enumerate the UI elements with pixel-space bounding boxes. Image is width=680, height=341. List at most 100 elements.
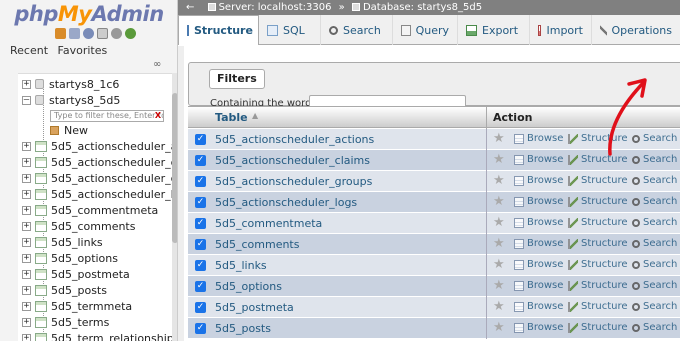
table-name-link[interactable]: 5d5_postmeta [215, 301, 294, 314]
structure-action[interactable]: Structure [568, 322, 628, 333]
expand-icon[interactable]: + [22, 269, 31, 279]
tab-sql[interactable]: SQL [259, 15, 321, 45]
tree-table-item[interactable]: +5d5_commentmeta [22, 202, 158, 218]
tree-table-item[interactable]: +5d5_termmeta [22, 298, 132, 314]
tree-db-startys8-1c6[interactable]: + startys8_1c6 [22, 76, 119, 92]
favorite-star-icon[interactable]: ★ [493, 299, 505, 314]
tree-table-label[interactable]: 5d5_actionscheduler_gr [51, 172, 177, 185]
browse-action[interactable]: Browse [514, 217, 563, 228]
browse-action[interactable]: Browse [514, 196, 563, 207]
tree-table-label[interactable]: 5d5_actionscheduler_lo [51, 188, 177, 201]
table-name-link[interactable]: 5d5_commentmeta [215, 217, 322, 230]
tree-table-item[interactable]: +5d5_postmeta [22, 266, 130, 282]
search-action[interactable]: Search [632, 238, 677, 249]
favorite-star-icon[interactable]: ★ [493, 278, 505, 293]
tree-table-item[interactable]: +5d5_links [22, 234, 103, 250]
expand-icon[interactable]: + [22, 221, 31, 231]
tree-filter-input[interactable]: Type to filter these, Enter to sea X [50, 110, 164, 122]
tree-new-label[interactable]: New [64, 124, 88, 137]
tree-db-label[interactable]: startys8_5d5 [49, 94, 120, 107]
table-name-link[interactable]: 5d5_actionscheduler_claims [215, 154, 370, 167]
expand-icon[interactable]: + [22, 301, 31, 311]
tree-table-item[interactable]: +5d5_terms [22, 314, 109, 330]
row-checkbox[interactable]: ✓ [195, 176, 206, 187]
column-header-table[interactable]: Table [215, 111, 248, 124]
table-name-link[interactable]: 5d5_actionscheduler_actions [215, 133, 374, 146]
tab-search[interactable]: Search [321, 15, 393, 45]
expand-icon[interactable]: + [22, 253, 31, 263]
search-action[interactable]: Search [632, 259, 677, 270]
expand-icon[interactable]: + [22, 333, 31, 341]
row-checkbox[interactable]: ✓ [195, 302, 206, 313]
settings-icon[interactable] [111, 28, 122, 39]
row-checkbox[interactable]: ✓ [195, 134, 206, 145]
favorite-star-icon[interactable]: ★ [493, 152, 505, 167]
phpmyadmin-logo[interactable]: phpMyAdmin [0, 2, 177, 26]
docs-icon[interactable] [97, 28, 108, 39]
favorite-star-icon[interactable]: ★ [493, 194, 505, 209]
favorite-star-icon[interactable]: ★ [493, 320, 505, 335]
row-checkbox[interactable]: ✓ [195, 218, 206, 229]
tree-table-item[interactable]: +5d5_term_relationships [22, 330, 177, 341]
expand-icon[interactable]: + [22, 237, 31, 247]
tree-table-label[interactable]: 5d5_links [51, 236, 103, 249]
browse-action[interactable]: Browse [514, 133, 563, 144]
favorite-star-icon[interactable]: ★ [493, 215, 505, 230]
row-checkbox[interactable]: ✓ [195, 197, 206, 208]
tree-new-table[interactable]: New [50, 122, 88, 138]
tree-table-label[interactable]: 5d5_term_relationships [51, 332, 177, 341]
favorites-tab[interactable]: Favorites [58, 44, 108, 57]
home-icon[interactable] [55, 28, 66, 39]
row-checkbox[interactable]: ✓ [195, 281, 206, 292]
expand-icon[interactable]: + [22, 189, 31, 199]
tree-table-label[interactable]: 5d5_actionscheduler_ac [51, 140, 177, 153]
tree-table-label[interactable]: 5d5_posts [51, 284, 107, 297]
favorite-star-icon[interactable]: ★ [493, 131, 505, 146]
help-icon[interactable] [83, 28, 94, 39]
tree-table-label[interactable]: 5d5_terms [51, 316, 109, 329]
tree-db-label[interactable]: startys8_1c6 [49, 78, 119, 91]
browse-action[interactable]: Browse [514, 280, 563, 291]
tree-table-label[interactable]: 5d5_options [51, 252, 118, 265]
table-name-link[interactable]: 5d5_actionscheduler_logs [215, 196, 357, 209]
recent-tab[interactable]: Recent [10, 44, 48, 57]
expand-icon[interactable]: + [22, 205, 31, 215]
tab-import[interactable]: Import [530, 15, 592, 45]
expand-icon[interactable]: + [22, 173, 31, 183]
structure-action[interactable]: Structure [568, 259, 628, 270]
expand-icon[interactable]: + [22, 157, 31, 167]
tree-table-item[interactable]: +5d5_actionscheduler_gr [22, 170, 177, 186]
search-action[interactable]: Search [632, 322, 677, 333]
expand-icon[interactable]: + [22, 285, 31, 295]
structure-action[interactable]: Structure [568, 175, 628, 186]
tree-table-item[interactable]: +5d5_comments [22, 218, 135, 234]
browse-action[interactable]: Browse [514, 154, 563, 165]
tree-table-item[interactable]: +5d5_actionscheduler_cla [22, 154, 177, 170]
tree-table-item[interactable]: +5d5_posts [22, 282, 107, 298]
favorite-star-icon[interactable]: ★ [493, 236, 505, 251]
search-action[interactable]: Search [632, 196, 677, 207]
clear-filter-icon[interactable]: X [155, 111, 161, 121]
browse-action[interactable]: Browse [514, 301, 563, 312]
tab-export[interactable]: Export [458, 15, 530, 45]
link-with-main-panel-icon[interactable]: ∞ [153, 59, 161, 70]
tab-operations[interactable]: Operations [592, 15, 680, 45]
structure-action[interactable]: Structure [568, 238, 628, 249]
expand-icon[interactable]: + [22, 141, 31, 151]
favorite-star-icon[interactable]: ★ [493, 173, 505, 188]
row-checkbox[interactable]: ✓ [195, 155, 206, 166]
favorite-star-icon[interactable]: ★ [493, 257, 505, 272]
table-name-link[interactable]: 5d5_comments [215, 238, 299, 251]
back-arrow-icon[interactable]: ← [186, 2, 194, 13]
expand-icon[interactable]: + [22, 317, 31, 327]
search-action[interactable]: Search [632, 280, 677, 291]
tree-table-label[interactable]: 5d5_termmeta [51, 300, 132, 313]
row-checkbox[interactable]: ✓ [195, 323, 206, 334]
structure-action[interactable]: Structure [568, 301, 628, 312]
row-checkbox[interactable]: ✓ [195, 239, 206, 250]
table-name-link[interactable]: 5d5_actionscheduler_groups [215, 175, 372, 188]
structure-action[interactable]: Structure [568, 196, 628, 207]
browse-action[interactable]: Browse [514, 322, 563, 333]
search-action[interactable]: Search [632, 301, 677, 312]
tree-table-label[interactable]: 5d5_postmeta [51, 268, 130, 281]
